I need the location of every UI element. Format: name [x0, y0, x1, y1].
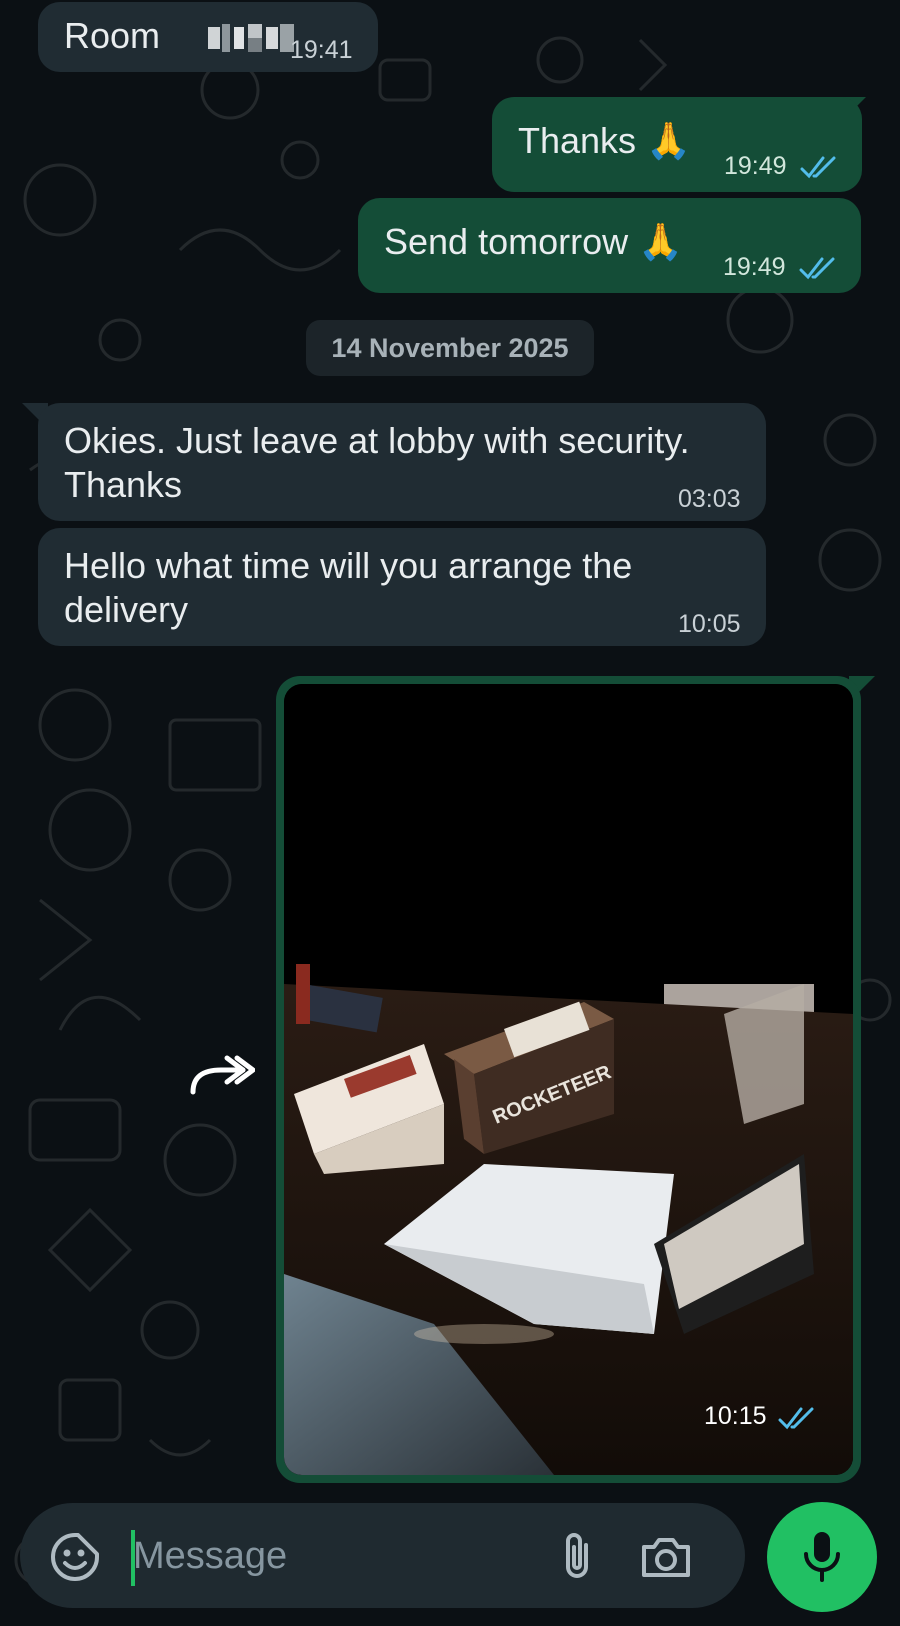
incoming-message[interactable]: Room 19:41 — [38, 2, 378, 72]
message-time: 19:49 — [724, 152, 787, 180]
message-text: Send tomorrow 🙏 — [384, 221, 683, 262]
incoming-message[interactable]: Hello what time will you arrange the del… — [38, 528, 766, 646]
message-text: Thanks 🙏 — [518, 120, 691, 161]
forward-arrow-icon[interactable] — [185, 1048, 255, 1104]
message-time: 19:49 — [723, 253, 786, 281]
double-check-icon — [799, 257, 835, 280]
message-time: 10:15 — [704, 1402, 767, 1430]
delivery-photo-drawing: ROCKETEER — [284, 684, 853, 1475]
message-time: 03:03 — [678, 485, 741, 513]
date-separator: 14 November 2025 — [306, 320, 594, 376]
double-check-icon — [778, 1407, 814, 1430]
double-check-icon — [800, 156, 836, 179]
voice-message-button[interactable] — [767, 1502, 877, 1612]
sticker-smiley-icon[interactable] — [50, 1532, 100, 1582]
camera-icon[interactable] — [640, 1535, 692, 1579]
text-cursor — [131, 1530, 135, 1586]
outgoing-message[interactable]: Thanks 🙏 19:49 — [492, 97, 862, 192]
message-input[interactable] — [133, 1531, 553, 1581]
message-text: Okies. Just leave at lobby with security… — [64, 420, 690, 505]
message-time: 19:41 — [290, 36, 353, 64]
message-text: Hello what time will you arrange the del… — [64, 545, 633, 630]
microphone-icon — [804, 1532, 840, 1582]
image-message[interactable]: ROCKETEER 10:15 — [276, 676, 861, 1483]
incoming-message[interactable]: Okies. Just leave at lobby with security… — [38, 403, 766, 521]
delivery-photo[interactable]: ROCKETEER 10:15 — [284, 684, 853, 1475]
outgoing-message[interactable]: Send tomorrow 🙏 19:49 — [358, 198, 861, 293]
message-time: 10:05 — [678, 610, 741, 638]
redacted-room-number — [208, 24, 294, 52]
paperclip-icon[interactable] — [558, 1529, 596, 1583]
message-composer — [20, 1503, 745, 1608]
message-text: Room — [64, 15, 161, 56]
